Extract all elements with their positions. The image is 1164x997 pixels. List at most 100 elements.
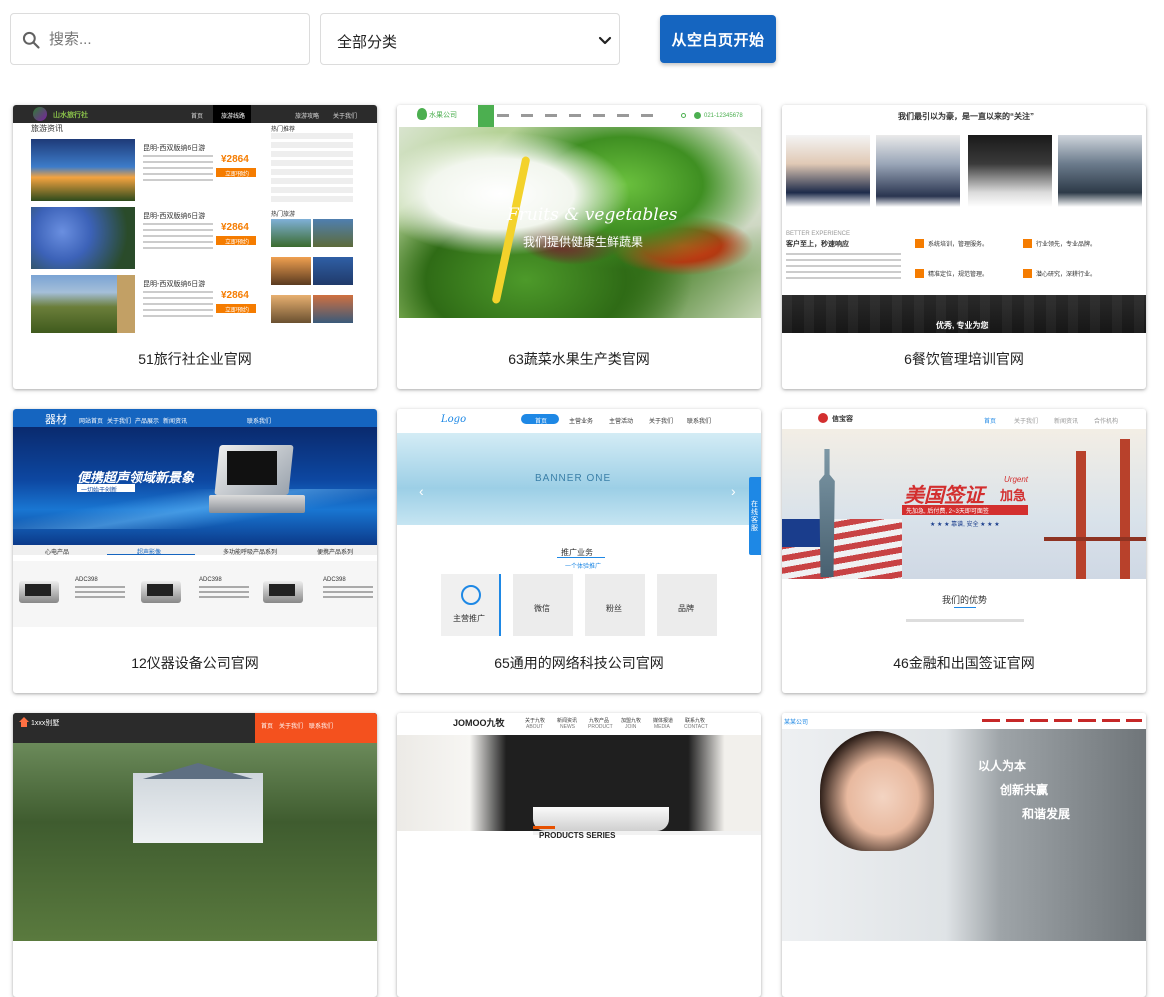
thumb-logo: Logo <box>441 414 467 425</box>
thumb-tile: 品牌 <box>678 604 694 613</box>
thumb-product-name: ADC398 <box>199 577 222 583</box>
template-title: 6餐饮管理培训官网 <box>904 351 1024 367</box>
thumb-banner-sub: 先加急, 后付费, 2~3天即可面签 <box>906 509 989 515</box>
thumb-nav-item-en: ABOUT <box>526 724 544 730</box>
thumb-banner-subtitle: 我们提供健康生鲜蔬果 <box>523 235 644 249</box>
thumb-banner-script: Fruits & vegetables <box>507 205 678 225</box>
thumb-product-name: ADC398 <box>75 577 98 583</box>
template-card[interactable]: 器材 网站首页 关于我们 产品展示 新闻资讯 联系我们 便携超声领域新景象 一切… <box>13 409 377 693</box>
thumb-logo: 器材 <box>45 414 67 426</box>
chevron-left-icon: ‹ <box>419 483 424 499</box>
template-thumbnail[interactable]: 信宝容 首页 关于我们 新闻资讯 合作机构 Urgent 美国签证 加急 先加急… <box>782 409 1146 637</box>
category-select-value: 全部分类 <box>337 34 398 51</box>
thumb-banner: BANNER ONE <box>535 473 612 484</box>
template-card[interactable]: Logo 首页 主营业务 主营活动 关于我们 联系我们 BANNER ONE ‹… <box>397 409 761 693</box>
template-card[interactable]: 我们最引以为豪，是一直以来的“关注” BETTER EXPERIENCE 客户至… <box>782 105 1146 389</box>
villa-house <box>133 773 263 843</box>
thumb-book-button: 立即预约 <box>225 172 250 178</box>
thumb-tile: 微信 <box>534 604 550 613</box>
thumb-nav-item: 关于我们 <box>649 419 674 425</box>
thumb-nav-item: 联系九牧 <box>685 718 706 724</box>
thumb-banner-en: Urgent <box>1004 475 1029 484</box>
thumb-price: ¥2864 <box>221 154 249 165</box>
thumb-nav-item: 产品展示 <box>135 419 160 425</box>
thumb-banner: 美国签证 <box>904 485 984 507</box>
thumb-tab: 心电产品 <box>45 550 70 556</box>
thumb-side-title: 热门推荐 <box>271 127 296 133</box>
thumb-route: 昆明-西双版纳6日游 <box>143 145 206 152</box>
search-box[interactable] <box>10 13 310 65</box>
thumb-nav-item: 旅游攻略 <box>295 114 320 120</box>
thumb-headline: 我们最引以为豪，是一直以来的“关注” <box>898 112 1034 121</box>
cloud-icon <box>461 585 481 605</box>
template-card[interactable]: 1xxx别墅 首页 关于我们 联系我们 <box>13 713 377 997</box>
thumb-nav-item-en: PRODUCT <box>588 724 613 730</box>
feature-icon <box>1023 269 1032 278</box>
thumb-book-button: 立即预约 <box>225 240 250 246</box>
thumb-slogan: 创新共赢 <box>1000 783 1049 797</box>
template-title: 51旅行社企业官网 <box>138 351 252 367</box>
phone-icon <box>694 112 701 119</box>
thumb-left-en: BETTER EXPERIENCE <box>786 231 851 237</box>
feature-icon <box>1023 239 1032 248</box>
start-blank-button[interactable]: 从空白页开始 <box>660 15 776 63</box>
thumb-nav-item: 联系我们 <box>247 419 272 425</box>
thumb-nav-item: 首页 <box>261 724 274 730</box>
thumb-feature: 行业领先，专业品牌。 <box>1036 242 1097 248</box>
template-thumbnail[interactable]: 山水旅行社 首页 旅游线路 旅游攻略 关于我们 旅游资讯 热门推荐 昆明-西双版… <box>13 105 377 333</box>
thumb-nav-item: 关于我们 <box>333 114 358 120</box>
thumb-price: ¥2864 <box>221 222 249 233</box>
template-thumbnail[interactable]: 水果公司 021-12345678 Fruits & vegetables 我们… <box>397 105 761 333</box>
template-card[interactable]: 水果公司 021-12345678 Fruits & vegetables 我们… <box>397 105 761 389</box>
thumb-nav-item: 首页 <box>191 114 204 120</box>
thumb-section-sub: 一个体验推广 <box>565 564 602 570</box>
thumb-product-name: ADC398 <box>323 577 346 583</box>
chevron-right-icon: › <box>731 483 736 499</box>
template-title: 63蔬菜水果生产类官网 <box>508 351 650 367</box>
thumb-footer: 优秀, 专业为您 <box>936 321 989 330</box>
search-icon <box>681 113 686 118</box>
thumb-nav-item-en: MEDIA <box>654 724 670 730</box>
search-icon <box>22 31 40 49</box>
thumb-nav-item: 首页 <box>984 419 997 425</box>
thumb-logo: 水果公司 <box>429 112 457 119</box>
thumb-left-title: 客户至上，秒速响应 <box>786 241 849 248</box>
leaf-logo-icon <box>417 108 427 120</box>
thumb-price: ¥2864 <box>221 290 249 301</box>
template-card[interactable]: 某某公司 以人为本 创新共赢 和谐发展 <box>782 713 1146 997</box>
thumb-nav-item-en: NEWS <box>560 724 575 730</box>
template-thumbnail[interactable]: JOMOO九牧 关于九牧 ABOUT 新闻资讯 NEWS 九牧产品 PRODUC… <box>397 713 761 941</box>
template-title: 46金融和出国签证官网 <box>893 655 1035 671</box>
template-thumbnail[interactable]: Logo 首页 主营业务 主营活动 关于我们 联系我们 BANNER ONE ‹… <box>397 409 761 637</box>
thumb-banner-line: ★ ★ ★ 靠谱, 安全 ★ ★ ★ <box>930 522 1000 528</box>
template-thumbnail[interactable]: 1xxx别墅 首页 关于我们 联系我们 <box>13 713 377 941</box>
category-select[interactable]: 全部分类 <box>320 13 620 65</box>
thumb-tab: 多功能呼吸产品系列 <box>223 550 278 556</box>
template-card[interactable]: 信宝容 首页 关于我们 新闻资讯 合作机构 Urgent 美国签证 加急 先加急… <box>782 409 1146 693</box>
feature-icon <box>915 239 924 248</box>
thumb-feature: 系统培训，管理服务。 <box>928 242 989 248</box>
thumb-logo: 某某公司 <box>784 720 809 726</box>
thumb-nav-item: 关于我们 <box>279 724 304 730</box>
thumb-nav-item: 首页 <box>535 419 548 425</box>
thumb-tab: 便携产品系列 <box>317 550 354 556</box>
search-input[interactable] <box>49 24 299 54</box>
template-card[interactable]: 山水旅行社 首页 旅游线路 旅游攻略 关于我们 旅游资讯 热门推荐 昆明-西双版… <box>13 105 377 389</box>
thumb-nav-item: 新闻资讯 <box>557 718 578 724</box>
thumb-nav-item: 新闻资讯 <box>163 419 188 425</box>
thumb-book-button: 立即预约 <box>225 308 250 314</box>
thumb-feature: 潜心研究，深耕行业。 <box>1036 272 1097 278</box>
visa-logo-icon <box>818 413 828 423</box>
thumb-tile: 粉丝 <box>606 604 622 613</box>
template-title: 65通用的网络科技公司官网 <box>494 655 664 671</box>
template-thumbnail[interactable]: 器材 网站首页 关于我们 产品展示 新闻资讯 联系我们 便携超声领域新景象 一切… <box>13 409 377 637</box>
template-card[interactable]: JOMOO九牧 关于九牧 ABOUT 新闻资讯 NEWS 九牧产品 PRODUC… <box>397 713 761 997</box>
template-thumbnail[interactable]: 某某公司 以人为本 创新共赢 和谐发展 <box>782 713 1146 941</box>
thumb-slogan: 和谐发展 <box>1022 807 1071 821</box>
template-thumbnail[interactable]: 我们最引以为豪，是一直以来的“关注” BETTER EXPERIENCE 客户至… <box>782 105 1146 333</box>
thumb-route: 昆明-西双版纳6日游 <box>143 213 206 220</box>
thumb-banner-sub: 一切始于创新 <box>81 488 118 494</box>
thumb-phone: 021-12345678 <box>704 113 743 119</box>
thumb-section-title: 我们的优势 <box>942 595 988 605</box>
thumb-nav-item: 加盟九牧 <box>621 718 642 724</box>
